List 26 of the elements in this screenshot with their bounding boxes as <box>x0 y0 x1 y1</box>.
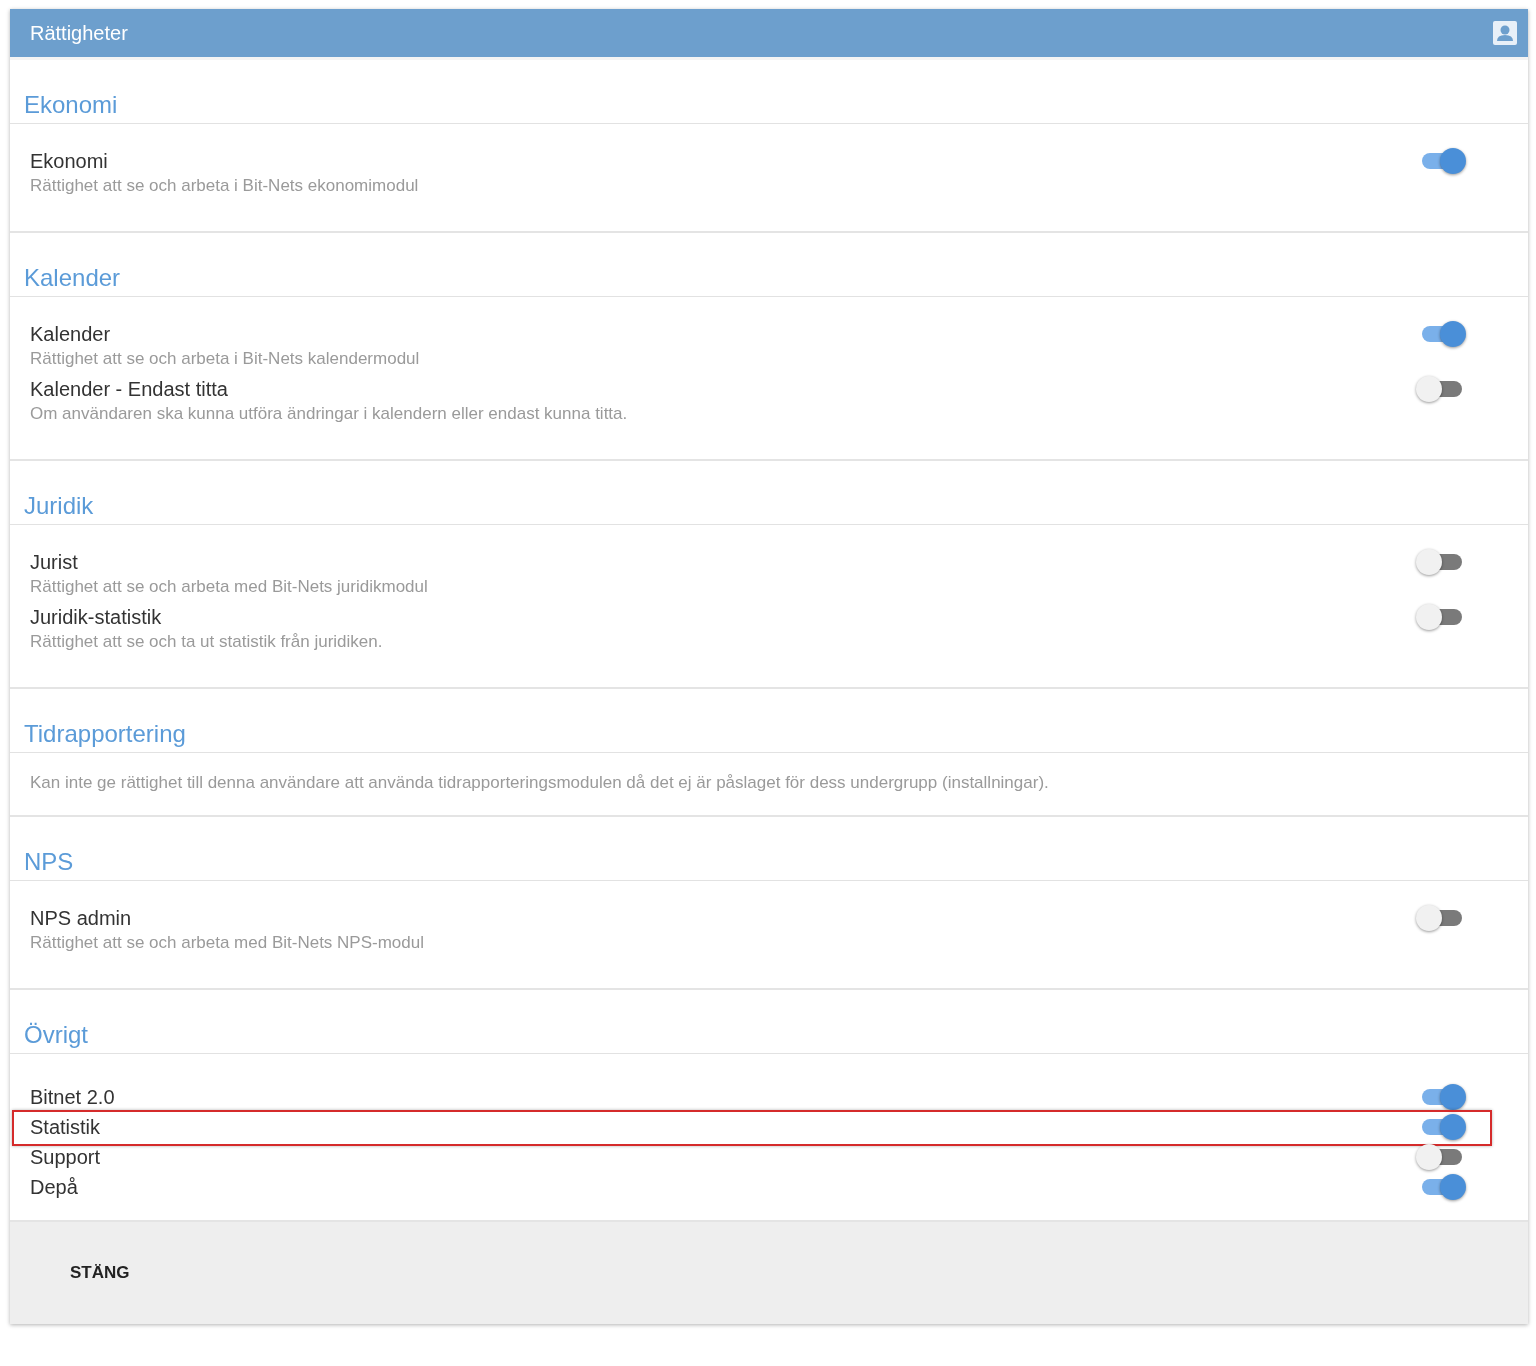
section-heading: Tidrapportering <box>24 719 186 749</box>
permission-label: Support <box>30 1145 101 1170</box>
permission-label: Jurist <box>30 550 78 575</box>
info-text: Kan inte ge rättighet till denna användare att använda tidrapporteringsmodulen då det ej är påslaget för dess undergrupp (installningar). <box>29 772 1050 794</box>
close-button[interactable]: STÄNG <box>54 1253 146 1293</box>
permission-label: Statistik <box>30 1115 101 1140</box>
permission-label: Ekonomi <box>30 149 108 174</box>
user-icon[interactable] <box>1492 20 1518 46</box>
permission-description: Rättighet att se och arbeta med Bit-Nets juridikmodul <box>30 576 428 598</box>
permission-label: NPS admin <box>30 906 132 931</box>
section-heading: Ekonomi <box>24 90 118 120</box>
permission-description: Rättighet att se och arbeta med Bit-Nets NPS-modul <box>30 932 424 954</box>
section-heading: NPS <box>24 847 74 877</box>
permission-description: Rättighet att se och arbeta i Bit-Nets kalendermodul <box>30 348 420 370</box>
permission-label: Bitnet 2.0 <box>30 1085 115 1110</box>
permission-label: Depå <box>30 1175 78 1200</box>
permission-label: Juridik-statistik <box>30 605 162 630</box>
permission-description: Rättighet att se och arbeta i Bit-Nets ekonomimodul <box>30 175 419 197</box>
permission-description: Rättighet att se och ta ut statistik från juridiken. <box>30 631 383 653</box>
permission-label: Kalender - Endast titta <box>30 377 228 402</box>
section-heading: Kalender <box>24 263 121 293</box>
section-heading: Juridik <box>24 491 94 521</box>
dialog-title: Rättigheter <box>30 21 128 45</box>
permission-description: Om användaren ska kunna utföra ändringar i kalendern eller endast kunna titta. <box>30 403 628 425</box>
section-heading: Övrigt <box>24 1020 88 1050</box>
permission-label: Kalender <box>30 322 111 347</box>
